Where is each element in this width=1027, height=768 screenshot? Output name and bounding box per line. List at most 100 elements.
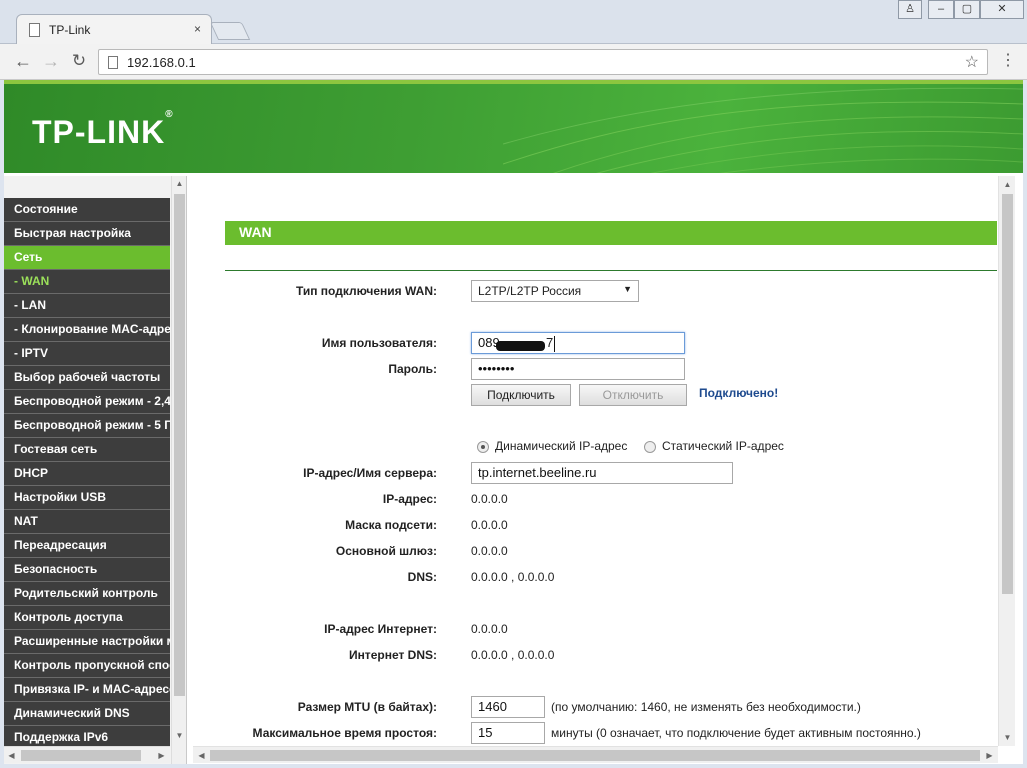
username-label: Имя пользователя:: [321, 336, 437, 350]
forward-arrow-icon[interactable]: →: [40, 51, 62, 73]
sidebar-item-parental-control[interactable]: Родительский контроль: [4, 582, 170, 606]
page-icon: [29, 23, 40, 37]
sidebar-item-security[interactable]: Безопасность: [4, 558, 170, 582]
disconnect-button[interactable]: Отключить: [579, 384, 687, 406]
address-bar[interactable]: 192.168.0.1 ☆: [98, 49, 988, 75]
tab-title: TP-Link: [49, 23, 91, 37]
sidebar-item-ddns[interactable]: Динамический DNS: [4, 702, 170, 726]
scroll-up-icon[interactable]: ▲: [999, 176, 1016, 193]
idle-time-label: Максимальное время простоя:: [252, 726, 437, 740]
sidebar-item-ip-mac-binding[interactable]: Привязка IP- и MAC-адресов: [4, 678, 170, 702]
maximize-button[interactable]: ▢: [954, 0, 980, 19]
banner-wave-decoration: [503, 87, 1023, 173]
star-icon[interactable]: ☆: [965, 52, 979, 72]
sidebar-item-network[interactable]: Сеть: [4, 246, 170, 270]
radio-dynamic-ip[interactable]: [477, 441, 489, 453]
radio-static-ip-label: Статический IP-адрес: [662, 439, 784, 453]
minimize-button[interactable]: –: [928, 0, 954, 19]
scroll-right-icon[interactable]: ▶: [154, 747, 169, 764]
sidebar-item-forwarding[interactable]: Переадресация: [4, 534, 170, 558]
scrollbar-thumb[interactable]: [1002, 194, 1013, 594]
password-label: Пароль:: [388, 362, 437, 376]
sidebar-item-access-control[interactable]: Контроль доступа: [4, 606, 170, 630]
scroll-left-icon[interactable]: ◀: [193, 747, 210, 764]
dropdown-caret-icon: ▼: [623, 284, 632, 294]
dns-label: DNS:: [407, 570, 437, 584]
server-value: tp.internet.beeline.ru: [478, 465, 597, 480]
radio-static-ip[interactable]: [644, 441, 656, 453]
sidebar-item-dhcp[interactable]: DHCP: [4, 462, 170, 486]
text-cursor: [554, 336, 555, 352]
server-label: IP-адрес/Имя сервера:: [303, 466, 437, 480]
conn-type-select[interactable]: L2TP/L2TP Россия ▼: [471, 280, 639, 302]
sidebar-item-advanced-routing[interactable]: Расширенные настройки маршрутизации: [4, 630, 170, 654]
close-window-button[interactable]: ✕: [980, 0, 1024, 19]
url-text[interactable]: 192.168.0.1: [127, 55, 196, 70]
sidebar-item-mac-clone[interactable]: - Клонирование MAC-адреса: [4, 318, 170, 342]
sidebar-item-band-select[interactable]: Выбор рабочей частоты: [4, 366, 170, 390]
mtu-field[interactable]: 1460: [471, 696, 545, 718]
scroll-down-icon[interactable]: ▼: [172, 728, 187, 744]
scrollbar-thumb[interactable]: [21, 750, 141, 761]
scroll-right-icon[interactable]: ▶: [981, 747, 998, 764]
main-content: WAN Тип подключения WAN: L2TP/L2TP Росси…: [193, 176, 1023, 764]
scrollbar-thumb[interactable]: [174, 194, 185, 696]
profile-button[interactable]: ♙: [898, 0, 922, 19]
page-icon: [108, 56, 118, 69]
sidebar-horizontal-scrollbar[interactable]: ◀ ▶: [4, 746, 170, 763]
mask-value: 0.0.0.0: [471, 518, 508, 532]
back-arrow-icon[interactable]: ←: [12, 51, 34, 73]
radio-dynamic-ip-label: Динамический IP-адрес: [495, 439, 628, 453]
internet-ip-label: IP-адрес Интернет:: [324, 622, 437, 636]
header-banner: TP-LINK®: [4, 80, 1023, 173]
mtu-hint: (по умолчанию: 1460, не изменять без нео…: [551, 700, 861, 714]
password-mask: ••••••••: [478, 361, 515, 376]
connection-status: Подключено!: [699, 386, 779, 400]
sidebar-item-usb[interactable]: Настройки USB: [4, 486, 170, 510]
tab-close-icon[interactable]: ×: [194, 22, 201, 36]
sidebar-item-quick-setup[interactable]: Быстрая настройка: [4, 222, 170, 246]
sidebar-item-bandwidth-control[interactable]: Контроль пропускной способности: [4, 654, 170, 678]
browser-titlebar: TP-Link × ♙ – ▢ ✕: [0, 0, 1027, 45]
idle-time-value: 15: [478, 725, 493, 740]
new-tab-button[interactable]: [209, 22, 251, 40]
sidebar-item-status[interactable]: Состояние: [4, 198, 170, 222]
browser-tab[interactable]: TP-Link ×: [16, 14, 212, 45]
sidebar-item-wireless-5[interactable]: Беспроводной режим - 5 ГГц: [4, 414, 170, 438]
scroll-down-icon[interactable]: ▼: [999, 729, 1016, 746]
sidebar-item-guest-network[interactable]: Гостевая сеть: [4, 438, 170, 462]
internet-ip-value: 0.0.0.0: [471, 622, 508, 636]
content-vertical-scrollbar[interactable]: ▲ ▼: [998, 176, 1015, 746]
sidebar-menu: Состояние Быстрая настройка Сеть - WAN -…: [4, 198, 170, 750]
sidebar-vertical-scrollbar[interactable]: ▲ ▼: [171, 176, 186, 764]
content-horizontal-scrollbar[interactable]: ◀ ▶: [193, 746, 998, 763]
sidebar-item-wireless-24[interactable]: Беспроводной режим - 2,4 ГГц: [4, 390, 170, 414]
gateway-label: Основной шлюз:: [335, 544, 437, 558]
conn-type-label: Тип подключения WAN:: [295, 284, 437, 298]
gateway-value: 0.0.0.0: [471, 544, 508, 558]
idle-time-field[interactable]: 15: [471, 722, 545, 744]
password-field[interactable]: ••••••••: [471, 358, 685, 380]
internet-dns-label: Интернет DNS:: [348, 648, 437, 662]
sidebar: Состояние Быстрая настройка Сеть - WAN -…: [4, 176, 187, 764]
redaction-mark: [496, 341, 545, 351]
menu-icon[interactable]: ⋮: [1000, 52, 1016, 72]
sidebar-item-lan[interactable]: - LAN: [4, 294, 170, 318]
sidebar-item-nat[interactable]: NAT: [4, 510, 170, 534]
mask-label: Маска подсети:: [345, 518, 437, 532]
sidebar-item-iptv[interactable]: - IPTV: [4, 342, 170, 366]
conn-type-value: L2TP/L2TP Россия: [478, 284, 582, 298]
browser-toolbar: ← → ↻ 192.168.0.1 ☆ ⋮: [0, 44, 1027, 80]
scroll-left-icon[interactable]: ◀: [4, 747, 19, 764]
scroll-up-icon[interactable]: ▲: [172, 176, 187, 192]
ip-value: 0.0.0.0: [471, 492, 508, 506]
scrollbar-thumb[interactable]: [210, 750, 980, 761]
server-field[interactable]: tp.internet.beeline.ru: [471, 462, 733, 484]
connect-button[interactable]: Подключить: [471, 384, 571, 406]
sidebar-item-wan[interactable]: - WAN: [4, 270, 170, 294]
divider: [225, 270, 997, 271]
reload-icon[interactable]: ↻: [68, 51, 90, 73]
page-viewport: TP-LINK® Состояние Быстрая настройка Сет…: [4, 80, 1023, 764]
idle-time-hint: минуты (0 означает, что подключение буде…: [551, 726, 921, 740]
tp-link-logo: TP-LINK®: [32, 109, 174, 150]
